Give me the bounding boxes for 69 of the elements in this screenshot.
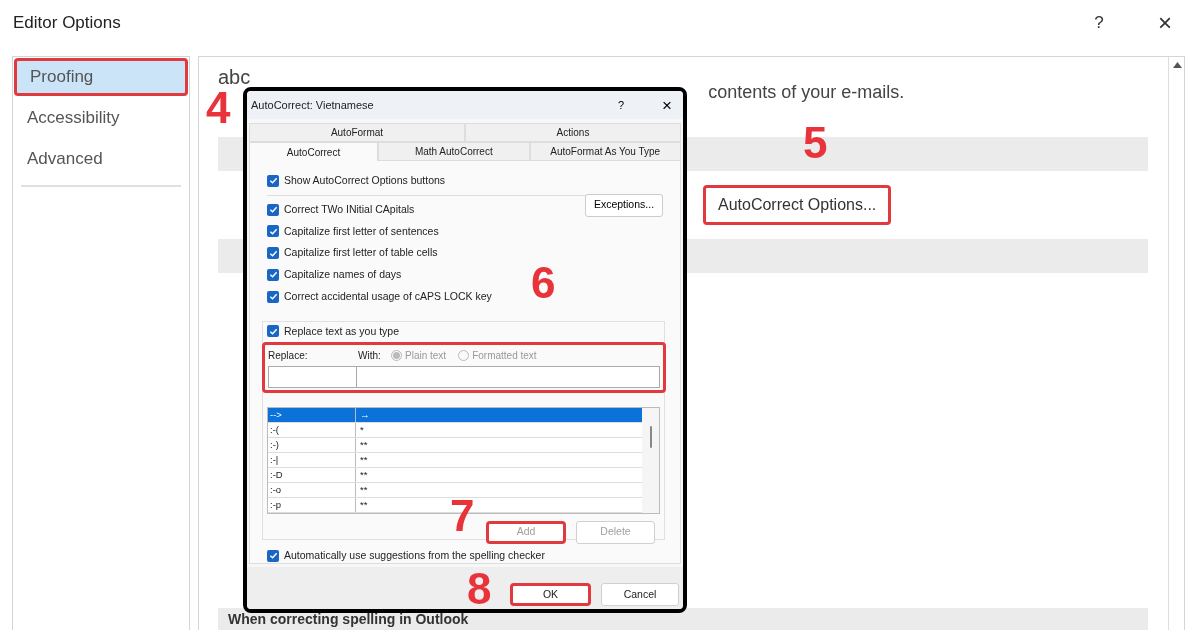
entry-row[interactable]: :-) **	[268, 438, 642, 454]
checkbox-label: Capitalize first letter of sentences	[284, 223, 439, 239]
entry-with: *	[359, 423, 364, 438]
dialog-button[interactable]: OK	[510, 583, 591, 606]
checkbox[interactable]	[267, 325, 279, 338]
entry-with: **	[359, 453, 368, 468]
dialog-tab[interactable]: Math AutoCorrect	[378, 142, 530, 161]
replace-field[interactable]	[268, 366, 357, 389]
dialog-tab[interactable]: AutoFormat As You Type	[529, 142, 681, 161]
entry-with: **	[359, 498, 368, 513]
dialog-tab[interactable]: AutoCorrect	[249, 142, 379, 161]
scroll-thumb[interactable]	[649, 426, 652, 449]
dialog-tab[interactable]: AutoFormat	[249, 123, 465, 142]
entry-replace: :-|	[268, 453, 356, 468]
step-number: 6	[531, 261, 556, 305]
entry-with: **	[359, 468, 368, 483]
checkbox-label: Correct TWo INitial CApitals	[284, 201, 415, 217]
window-title: Editor Options	[13, 12, 121, 35]
checkbox-label: Show AutoCorrect Options buttons	[284, 173, 446, 188]
radio-label: Plain text	[405, 349, 447, 364]
close-button[interactable]: ×	[657, 96, 677, 114]
checkbox[interactable]	[267, 203, 279, 216]
description-text: contents of your e-mails.	[708, 81, 905, 104]
section-heading: When correcting spelling in Outlook	[228, 609, 469, 629]
close-button[interactable]: ×	[1150, 11, 1180, 35]
dialog-tab[interactable]: Actions	[465, 123, 681, 142]
entry-with: →	[359, 408, 370, 423]
entry-replace: :-p	[268, 498, 356, 513]
entry-row[interactable]: :-o **	[268, 483, 642, 499]
checkbox-label: Automatically use suggestions from the spelling checker	[284, 547, 545, 563]
entry-with: **	[359, 483, 368, 498]
entry-replace: -->	[268, 408, 356, 423]
checkbox-label: Correct accidental usage of cAPS LOCK key	[284, 288, 492, 304]
checkbox[interactable]	[267, 247, 279, 260]
step-number: 4	[206, 86, 231, 130]
radio-label: Formatted text	[472, 349, 537, 364]
spelling-icon: abc	[218, 67, 251, 87]
entry-row[interactable]: --> →	[268, 408, 642, 424]
sidebar-item[interactable]: Advanced	[14, 140, 188, 178]
step-number: 5	[803, 121, 828, 165]
entry-replace: :-)	[268, 438, 356, 453]
autocorrect-options-button[interactable]: AutoCorrect Options...	[703, 185, 892, 225]
scroll-up-icon[interactable]	[1172, 61, 1183, 69]
help-button[interactable]: ?	[1084, 10, 1114, 36]
sidebar-item[interactable]: Accessibility	[14, 99, 188, 137]
entry-replace: :-D	[268, 468, 356, 483]
with-field[interactable]	[357, 366, 660, 389]
checkbox[interactable]	[267, 290, 279, 303]
exceptions-button[interactable]: Exceptions...	[585, 193, 663, 217]
sidebar-item[interactable]: Proofing	[14, 58, 188, 96]
dialog-title: AutoCorrect: Vietnamese	[251, 97, 374, 113]
checkbox-label: Capitalize names of days	[284, 267, 402, 282]
replace-label: Replace:	[268, 349, 309, 364]
checkbox[interactable]	[267, 268, 279, 281]
checkbox[interactable]	[267, 549, 279, 562]
entry-replace: :-o	[268, 483, 356, 498]
with-label: With:	[358, 349, 382, 364]
entry-row[interactable]: :-| **	[268, 453, 642, 469]
help-button[interactable]: ?	[611, 96, 631, 114]
entry-with: **	[359, 438, 368, 453]
step-number: 8	[467, 566, 492, 609]
checkbox[interactable]	[267, 225, 279, 238]
entry-replace: :-(	[268, 423, 356, 438]
entry-row[interactable]: :-( *	[268, 423, 642, 439]
dialog-button[interactable]: Cancel	[601, 583, 679, 606]
checkbox-label: Capitalize first letter of table cells	[284, 245, 438, 261]
checkbox[interactable]	[267, 174, 279, 187]
checkbox-label: Replace text as you type	[284, 323, 399, 339]
entry-row[interactable]: :-D **	[268, 468, 642, 484]
